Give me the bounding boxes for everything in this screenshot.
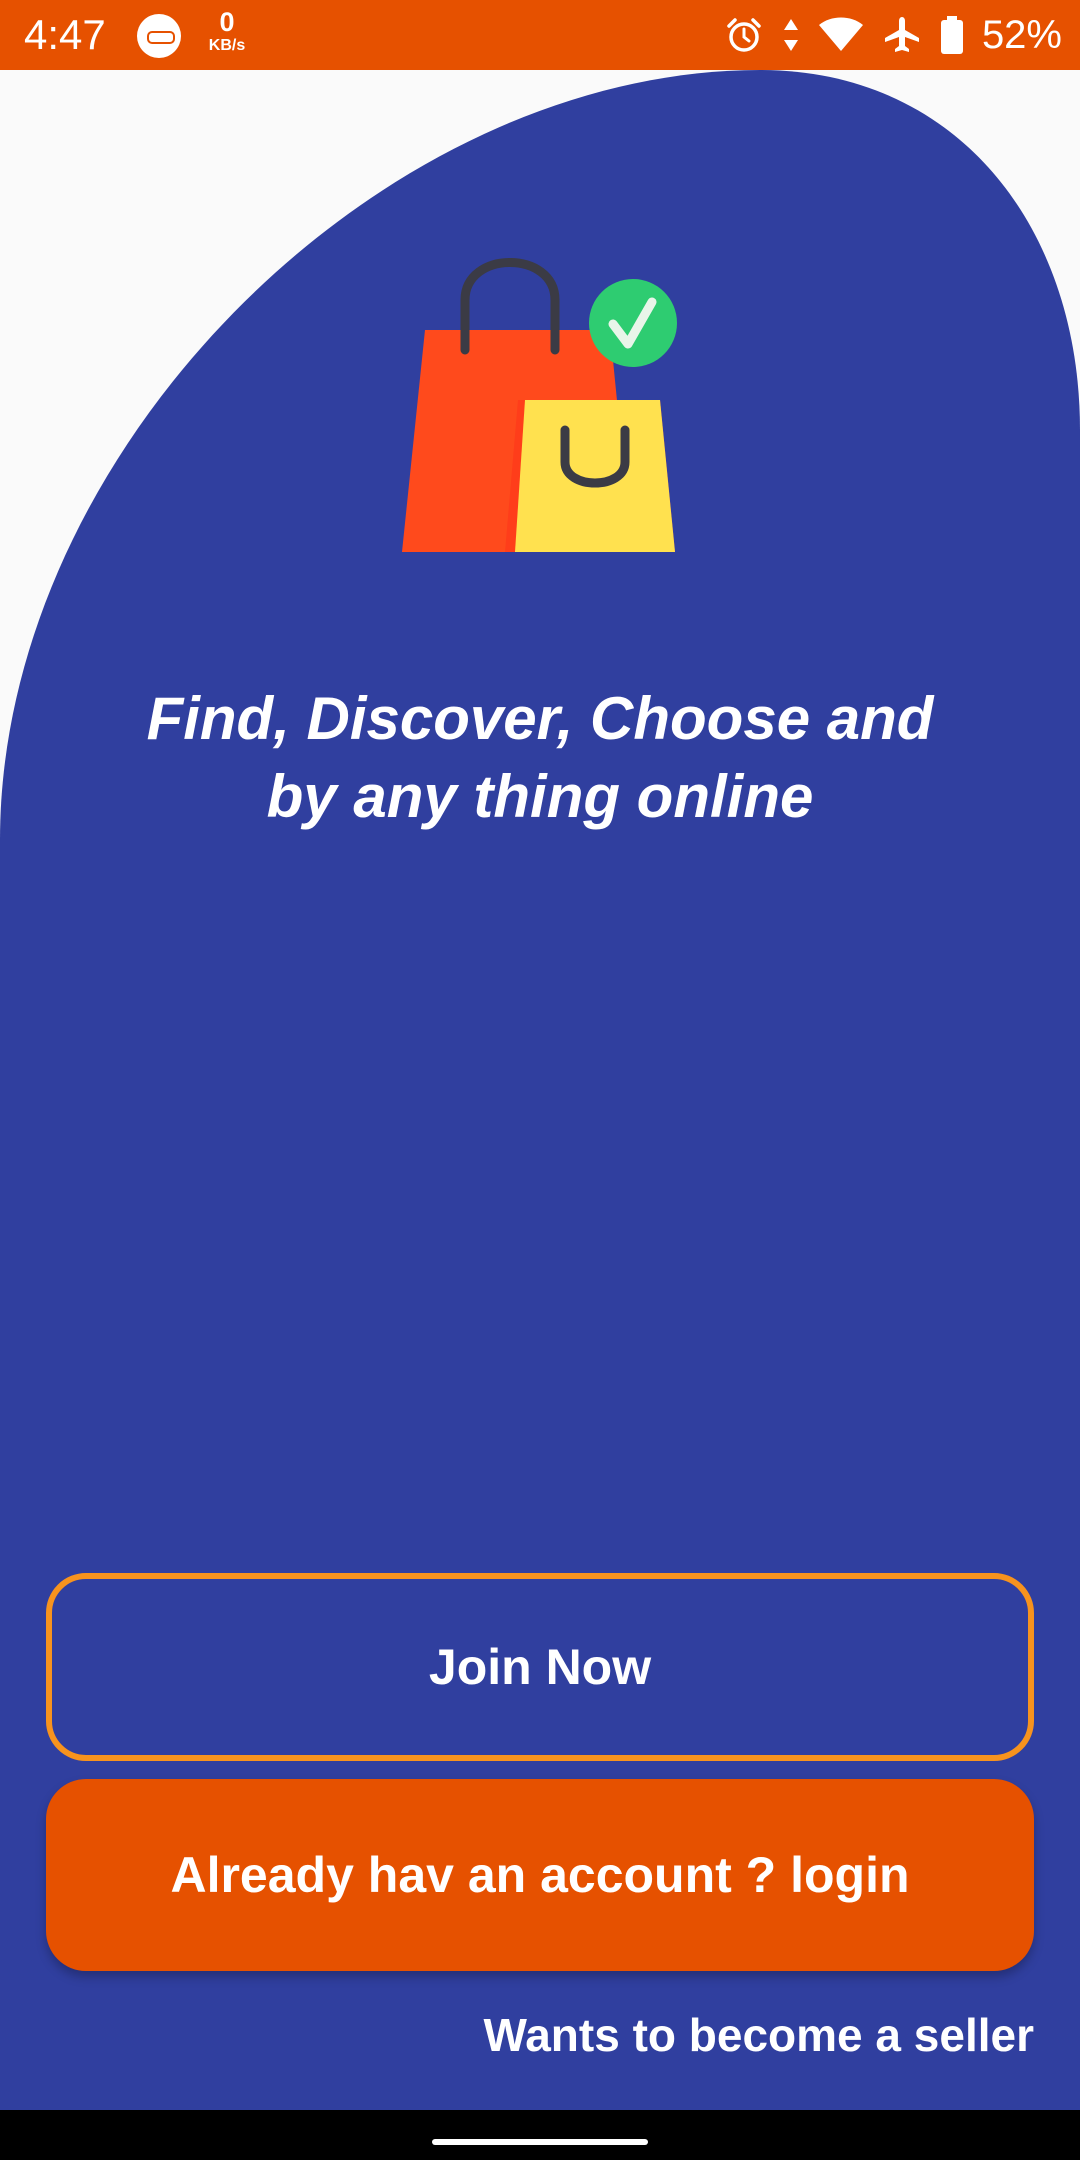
network-speed-unit: KB/s [208, 37, 246, 54]
status-icons: 52% [724, 8, 1062, 62]
status-bar: 4:47 0 KB/s 52% [0, 0, 1080, 70]
tagline-line-1: Find, Discover, Choose and [146, 685, 934, 752]
battery-icon [940, 16, 963, 54]
network-speed: 0 KB/s [200, 8, 254, 56]
airplane-mode-icon [884, 17, 919, 52]
battery-percent: 52% [981, 13, 1062, 57]
welcome-screen: 4:47 0 KB/s 52% Find, Discover, Choose a… [0, 0, 1080, 2160]
status-time: 4:47 [24, 11, 106, 58]
data-arrows-icon [783, 19, 798, 51]
shopping-bags-illustration [402, 258, 677, 552]
notification-app-icon [137, 14, 181, 58]
main-content: Find, Discover, Choose and by any thing … [0, 70, 1080, 2110]
navigation-bar [0, 2110, 1080, 2160]
alarm-icon [727, 18, 761, 52]
tagline-line-2: by any thing online [266, 763, 814, 830]
wifi-icon [818, 17, 863, 51]
tagline: Find, Discover, Choose and by any thing … [90, 680, 990, 836]
network-speed-value: 0 [219, 7, 235, 37]
join-now-button[interactable]: Join Now [46, 1573, 1034, 1761]
become-seller-link[interactable]: Wants to become a seller [484, 2005, 1034, 2065]
login-button[interactable]: Already hav an account ? login [46, 1779, 1034, 1971]
home-gesture-handle[interactable] [432, 2139, 648, 2145]
